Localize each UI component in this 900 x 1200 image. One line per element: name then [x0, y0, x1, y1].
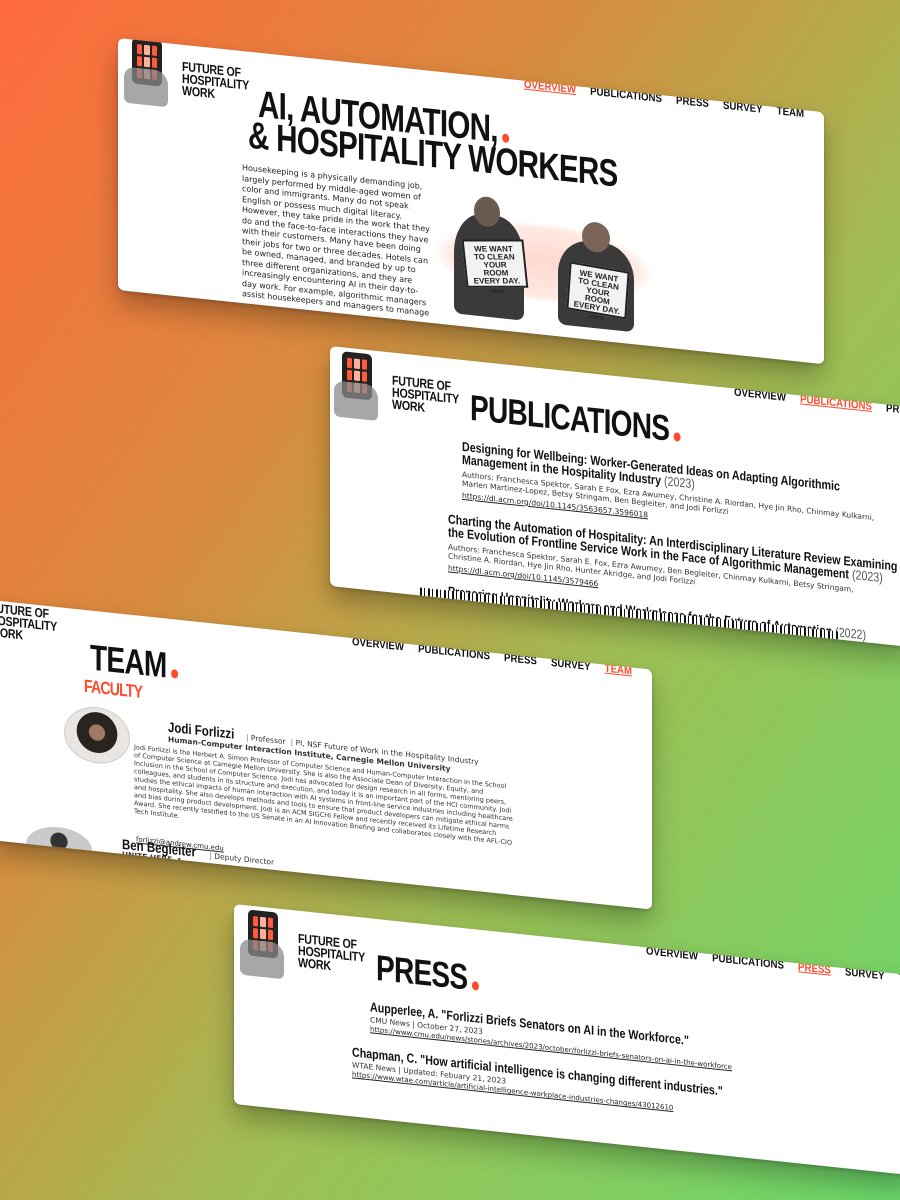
title-dot: [471, 981, 479, 991]
press-list: Aupperlee, A. "Forlizzi Briefs Senators …: [352, 998, 892, 1135]
nav-press[interactable]: PRESS: [798, 961, 831, 976]
site-logo[interactable]: FUTURE OF HOSPITALITY WORK: [0, 600, 80, 647]
nav-publications[interactable]: PUBLICATIONS: [418, 643, 490, 663]
main-nav: OVERVIEW PUBLICATIONS PRESS: [734, 386, 900, 417]
phone-hand-logo-icon: [334, 350, 386, 422]
site-logo[interactable]: FUTURE OF HOSPITALITY WORK: [124, 38, 272, 118]
nav-survey[interactable]: SURVEY: [551, 657, 591, 673]
nav-publications[interactable]: PUBLICATIONS: [712, 952, 784, 972]
page-title: PRESS: [376, 947, 479, 998]
overview-illustration: WE WANT TO CLEAN YOUR ROOM EVERY DAY. UN…: [434, 195, 664, 335]
nav-press[interactable]: PRESS: [886, 402, 900, 417]
main-nav: OVERVIEW PUBLICATIONS PRESS SURVEY TEAM: [646, 945, 900, 986]
nav-publications[interactable]: PUBLICATIONS: [800, 393, 872, 413]
nav-press[interactable]: PRESS: [676, 95, 709, 110]
nav-overview[interactable]: OVERVIEW: [734, 386, 786, 403]
logo-text: FUTURE OF HOSPITALITY WORK: [392, 372, 459, 415]
site-logo[interactable]: FUTURE OF HOSPITALITY WORK: [240, 909, 388, 991]
nav-overview[interactable]: OVERVIEW: [524, 79, 576, 96]
phone-hand-logo-icon: [124, 38, 176, 108]
team-page-card: FUTURE OF HOSPITALITY WORK OVERVIEW PUBL…: [0, 600, 652, 910]
member-role: Deputy Director: [214, 851, 275, 867]
avatar: [26, 823, 92, 871]
avatar: [64, 703, 130, 767]
nav-survey[interactable]: SURVEY: [845, 966, 885, 982]
title-dot: [673, 432, 681, 442]
page-title: PUBLICATIONS: [470, 387, 681, 449]
nav-press[interactable]: PRESS: [504, 652, 537, 667]
nav-team[interactable]: TEAM: [605, 663, 632, 678]
nav-survey[interactable]: SURVEY: [723, 100, 763, 116]
press-page-card: FUTURE OF HOSPITALITY WORK OVERVIEW PUBL…: [234, 904, 900, 1176]
logo-text: FUTURE OF HOSPITALITY WORK: [182, 58, 249, 102]
overview-page-card: FUTURE OF HOSPITALITY WORK OVERVIEW PUBL…: [118, 38, 824, 365]
publications-page-card: FUTURE OF HOSPITALITY WORK OVERVIEW PUBL…: [330, 346, 900, 647]
nav-overview[interactable]: OVERVIEW: [646, 945, 698, 962]
main-nav: OVERVIEW PUBLICATIONS PRESS SURVEY TEAM: [524, 79, 804, 120]
overview-paragraph: Housekeeping is a physically demanding j…: [242, 163, 430, 322]
nav-overview[interactable]: OVERVIEW: [352, 636, 404, 653]
nav-team[interactable]: TEAM: [777, 105, 804, 120]
title-dot: [171, 669, 179, 679]
section-faculty: FACULTY: [84, 675, 143, 703]
protest-sign-1: WE WANT TO CLEAN YOUR ROOM EVERY DAY. UN…: [461, 239, 529, 295]
external-link-icon: ↗: [174, 855, 182, 866]
site-logo[interactable]: FUTURE OF HOSPITALITY WORK: [334, 350, 482, 432]
protest-sign-2: WE WANT TO CLEAN YOUR ROOM EVERY DAY. UN…: [566, 261, 630, 322]
main-nav: OVERVIEW PUBLICATIONS PRESS SURVEY TEAM: [352, 636, 632, 677]
phone-hand-logo-icon: [240, 909, 292, 980]
nav-publications[interactable]: PUBLICATIONS: [590, 86, 662, 106]
logo-text: FUTURE OF HOSPITALITY WORK: [298, 930, 365, 974]
logo-text: FUTURE OF HOSPITALITY WORK: [0, 600, 57, 643]
